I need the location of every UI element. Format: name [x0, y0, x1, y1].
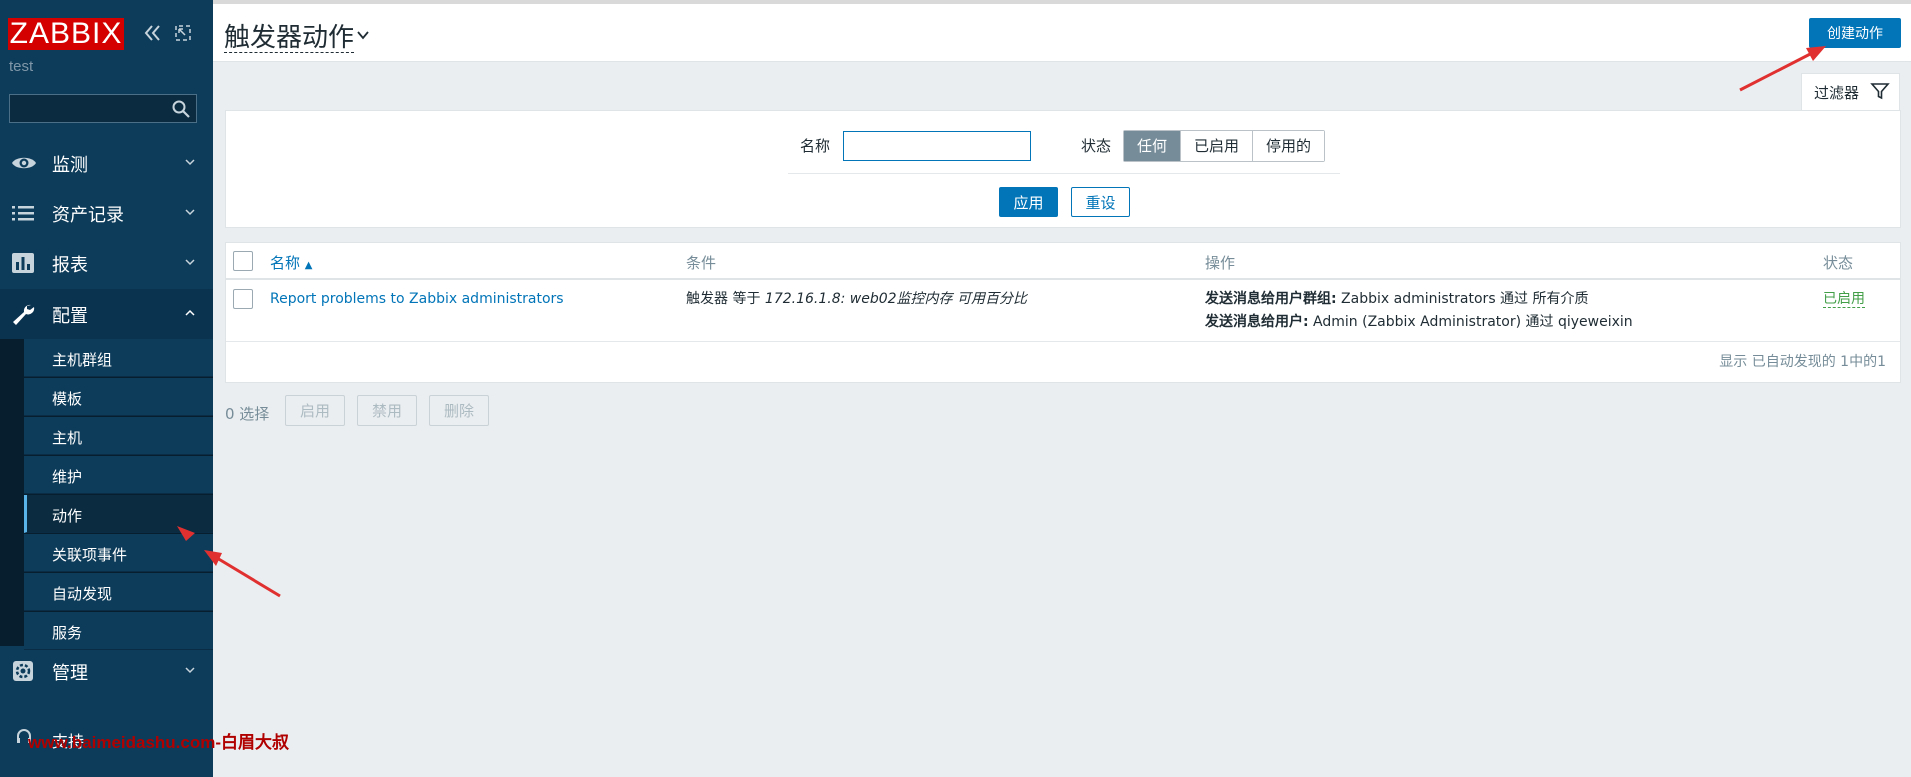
- filter-name-label: 名称: [800, 137, 831, 155]
- status-cell: 已启用: [1823, 288, 1865, 311]
- gear-icon: [13, 661, 33, 681]
- list-icon: [12, 206, 34, 221]
- menu-administration-label: 管理: [52, 663, 88, 684]
- create-action-button[interactable]: 创建动作: [1809, 18, 1901, 48]
- status-option-disabled[interactable]: 停用的: [1253, 131, 1325, 161]
- filter-tab[interactable]: 过滤器: [1801, 73, 1900, 111]
- action-name-cell: Report problems to Zabbix administrators: [270, 288, 564, 311]
- filter-icon: [1870, 83, 1890, 100]
- mass-enable-button[interactable]: 启用: [285, 395, 345, 426]
- operation-line: 发送消息给用户群组: Zabbix administrators 通过 所有介质: [1205, 288, 1633, 311]
- action-name-link[interactable]: Report problems to Zabbix administrators: [270, 291, 564, 307]
- page-title-text: 触发器动作: [224, 23, 355, 53]
- filter-status-label: 状态: [1081, 137, 1112, 155]
- operation-1-type: 发送消息给用户群组:: [1205, 291, 1337, 307]
- submenu-actions[interactable]: 动作: [24, 495, 213, 533]
- menu-monitoring[interactable]: 监测: [0, 138, 213, 188]
- zabbix-logo[interactable]: ZABBIX: [8, 18, 124, 50]
- condition-value: 172.16.1.8: web02监控内存 可用百分比: [764, 291, 1027, 307]
- menu-inventory-label: 资产记录: [52, 205, 124, 226]
- sort-ascending-icon: ▲: [304, 260, 313, 271]
- status-enabled-link[interactable]: 已启用: [1823, 291, 1865, 308]
- submenu-maintenance[interactable]: 维护: [24, 456, 213, 494]
- operation-line: 发送消息给用户: Admin (Zabbix Administrator) 通过…: [1205, 311, 1633, 334]
- submenu-templates-label: 模板: [52, 390, 83, 408]
- menu-configuration-label: 配置: [52, 306, 88, 327]
- collapse-sidebar-icon[interactable]: [142, 22, 164, 44]
- chevron-down-icon: [185, 259, 195, 266]
- operation-2-text: Admin (Zabbix Administrator) 通过 qiyeweix…: [1308, 314, 1633, 330]
- annotation-arrow-actions-1: [204, 550, 281, 598]
- operation-1-text: Zabbix administrators 通过 所有介质: [1336, 291, 1589, 307]
- eye-icon: [12, 157, 36, 169]
- sidebar: ZABBIX test 监测 资产记录 报表 配置 主机群组 模板 主机 维护 …: [0, 0, 213, 777]
- filter-name-input[interactable]: [843, 131, 1031, 161]
- submenu-services[interactable]: 服务: [24, 612, 213, 650]
- search-icon[interactable]: [171, 99, 191, 119]
- submenu-host-groups[interactable]: 主机群组: [24, 339, 213, 377]
- condition-prefix: 触发器 等于: [686, 291, 765, 307]
- column-status-header: 状态: [1823, 254, 1854, 272]
- mass-delete-button[interactable]: 删除: [429, 395, 489, 426]
- kiosk-mode-icon[interactable]: [173, 23, 193, 43]
- row-divider: [226, 341, 1900, 342]
- chevron-down-icon: [185, 209, 195, 216]
- server-name: test: [9, 58, 34, 75]
- operation-2-type: 发送消息给用户:: [1205, 314, 1309, 330]
- table-footer: 显示 已自动发现的 1中的1: [1719, 354, 1886, 370]
- menu-reports-label: 报表: [52, 255, 88, 276]
- page-header: 触发器动作 创建动作: [213, 0, 1911, 62]
- status-option-enabled[interactable]: 已启用: [1181, 131, 1254, 161]
- operations-cell: 发送消息给用户群组: Zabbix administrators 通过 所有介质…: [1205, 288, 1633, 334]
- apply-button[interactable]: 应用: [999, 187, 1058, 217]
- watermark: www.baimeidashu.com-白眉大叔: [28, 733, 290, 752]
- column-conditions-header: 条件: [686, 254, 717, 272]
- menu-administration[interactable]: 管理: [0, 646, 213, 696]
- submenu-actions-label: 动作: [52, 507, 83, 525]
- submenu-discovery[interactable]: 自动发现: [24, 573, 213, 611]
- submenu-templates[interactable]: 模板: [24, 378, 213, 416]
- conditions-cell: 触发器 等于 172.16.1.8: web02监控内存 可用百分比: [686, 288, 1027, 311]
- submenu-host-groups-label: 主机群组: [52, 351, 113, 369]
- column-name-header[interactable]: 名称 ▲: [270, 252, 313, 273]
- wrench-icon: [13, 304, 35, 325]
- submenu-maintenance-label: 维护: [52, 468, 83, 486]
- logo-row: ZABBIX: [8, 14, 208, 54]
- filter-panel: 名称 状态 任何 已启用 停用的 应用 重设: [225, 110, 1901, 228]
- table-header-row: 名称 ▲ 条件 操作 状态: [226, 243, 1900, 280]
- menu-reports[interactable]: 报表: [0, 238, 213, 288]
- page-title[interactable]: 触发器动作: [224, 17, 355, 53]
- column-operations-header: 操作: [1205, 254, 1236, 272]
- submenu-hosts-label: 主机: [52, 429, 83, 447]
- select-all-checkbox[interactable]: [233, 251, 253, 271]
- menu-monitoring-label: 监测: [52, 155, 88, 176]
- submenu-services-label: 服务: [52, 624, 83, 642]
- column-name-header-label: 名称: [270, 254, 301, 272]
- bar-chart-icon: [12, 253, 34, 273]
- submenu-event-correlation[interactable]: 关联项事件: [24, 534, 213, 572]
- chevron-up-icon: [185, 309, 195, 316]
- submenu-event-correlation-label: 关联项事件: [52, 546, 128, 564]
- menu-configuration[interactable]: 配置: [0, 289, 213, 339]
- actions-table: 名称 ▲ 条件 操作 状态 Report problems to Zabbix …: [225, 242, 1901, 383]
- row-checkbox[interactable]: [233, 289, 253, 309]
- selected-count: 0 选择: [225, 405, 270, 423]
- filter-divider: [788, 173, 1340, 174]
- chevron-down-icon[interactable]: [356, 28, 370, 42]
- submenu-discovery-label: 自动发现: [52, 585, 113, 603]
- chevron-down-icon: [185, 159, 195, 166]
- mass-disable-button[interactable]: 禁用: [357, 395, 417, 426]
- status-option-any[interactable]: 任何: [1124, 131, 1182, 161]
- filter-tab-label: 过滤器: [1814, 84, 1860, 102]
- configuration-submenu: 主机群组 模板 主机 维护 动作 关联项事件 自动发现 服务: [0, 339, 213, 650]
- menu-inventory[interactable]: 资产记录: [0, 188, 213, 238]
- reset-button[interactable]: 重设: [1071, 187, 1130, 217]
- status-segmented-control: 任何 已启用 停用的: [1123, 130, 1326, 162]
- submenu-hosts[interactable]: 主机: [24, 417, 213, 455]
- chevron-down-icon: [185, 667, 195, 674]
- sidebar-search-input[interactable]: [9, 94, 197, 123]
